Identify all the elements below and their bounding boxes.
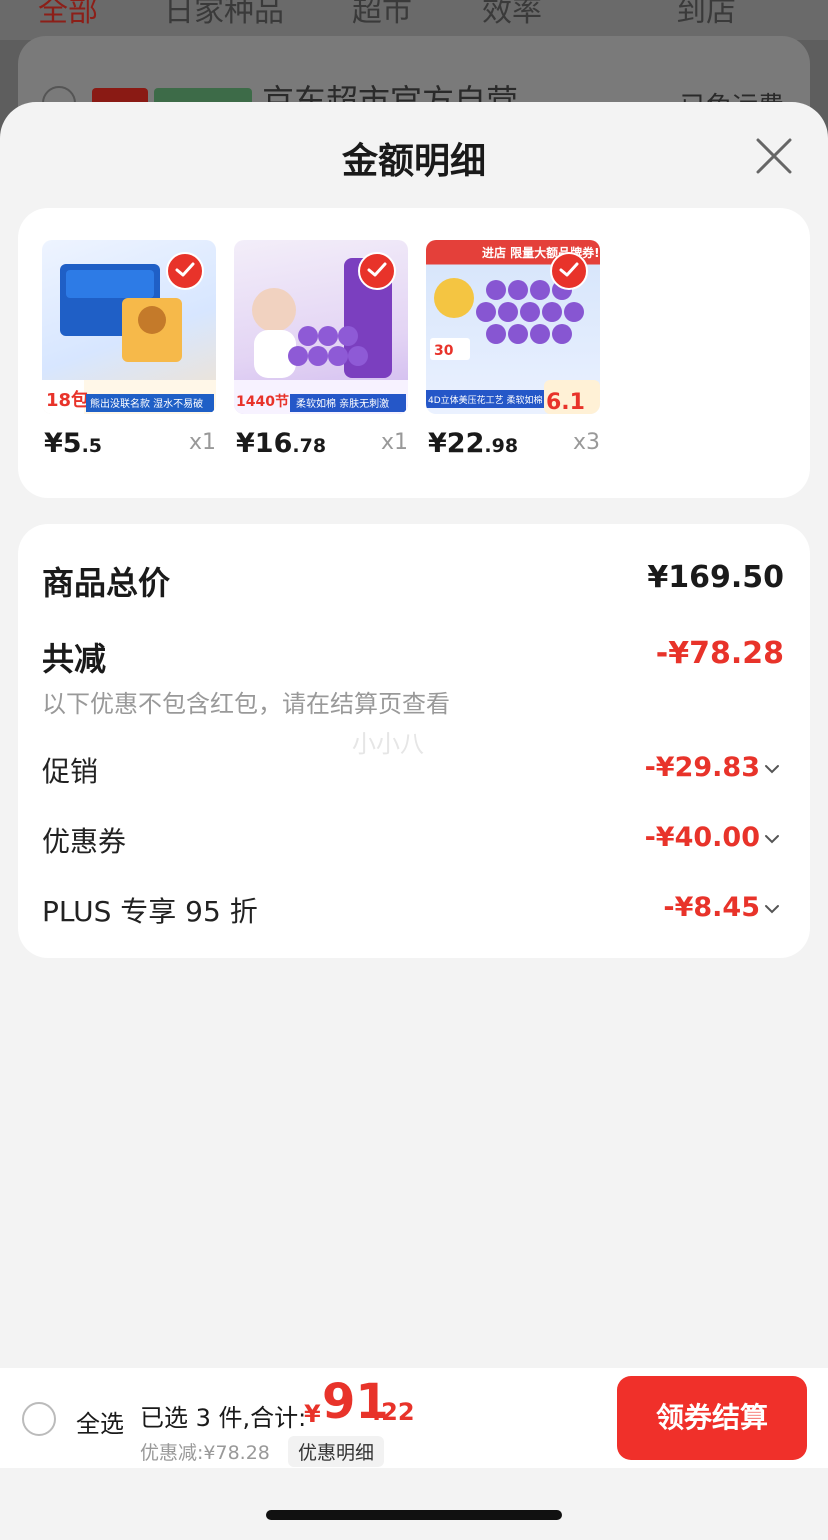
reduction-label: 共减	[42, 640, 107, 678]
watermark-text: 小小八	[352, 730, 424, 758]
total-currency: ¥	[304, 1400, 321, 1428]
total-price-value: ¥169.50	[647, 560, 784, 595]
product-quantity: x3	[572, 430, 600, 455]
product-price: ¥22.98	[428, 428, 519, 459]
reduction-value: -¥78.28	[655, 636, 784, 671]
product-item[interactable]: 18包 熊出没联名款 湿水不易破 ¥5.5 x1	[42, 240, 216, 459]
reduction-note: 以下优惠不包含红包，请在结算页查看	[42, 690, 450, 718]
bg-tab-3: 超市	[352, 0, 412, 29]
bg-tab-2: 日家种品	[164, 0, 284, 29]
product-image: 进店 限量大额品牌券! 30 4D立体美压花工艺 柔软如棉 6.1	[426, 240, 600, 414]
product-badge-number: 1440节	[236, 393, 289, 410]
svg-text:4D立体美压花工艺 柔软如棉: 4D立体美压花工艺 柔软如棉	[428, 394, 543, 406]
checkout-button[interactable]: 领券结算	[617, 1376, 807, 1460]
product-item[interactable]: 1440节 柔软如棉 亲肤无刺激 ¥16.78 x1	[234, 240, 408, 459]
svg-text:柔软如棉 亲肤无刺激: 柔软如棉 亲肤无刺激	[296, 397, 389, 410]
total-amount-decimal: .22	[372, 1398, 415, 1426]
selected-check-icon	[550, 252, 588, 290]
background-tab-bar: 全部 日家种品 超市 效率 到店	[0, 0, 828, 40]
product-price: ¥5.5	[44, 428, 103, 459]
promotion-label[interactable]: 促销	[42, 750, 98, 790]
saving-text: 优惠减:¥78.28	[140, 1442, 270, 1464]
home-indicator	[266, 1510, 562, 1520]
bg-tab-4: 效率	[482, 0, 542, 29]
product-item[interactable]: 进店 限量大额品牌券! 30 4D立体美压花工艺 柔软如棉 6.1 ¥22.98…	[426, 240, 600, 459]
total-price-label: 商品总价	[42, 564, 171, 602]
select-all-label[interactable]: 全选	[76, 1404, 124, 1439]
chevron-down-icon[interactable]	[764, 904, 780, 914]
chevron-down-icon[interactable]	[764, 764, 780, 774]
discount-detail-button[interactable]: 优惠明细	[288, 1436, 385, 1467]
select-all-radio[interactable]	[22, 1402, 56, 1436]
sheet-title: 金额明细	[341, 141, 486, 182]
amount-detail-sheet: 金额明细 18包 熊出没联名款 湿水不易破 ¥5.5 x1 1440节 柔软如棉…	[0, 102, 828, 1540]
selected-count-text: 已选 3 件,合计:	[140, 1404, 307, 1432]
plus-discount-value[interactable]: -¥8.45	[663, 892, 760, 923]
product-image: 18包 熊出没联名款 湿水不易破	[42, 240, 216, 414]
svg-text:熊出没联名款 湿水不易破: 熊出没联名款 湿水不易破	[90, 397, 203, 410]
selected-check-icon	[358, 252, 396, 290]
coupon-value[interactable]: -¥40.00	[645, 822, 760, 853]
checkout-bar: 全选 已选 3 件,合计: ¥ 91 .22 优惠减:¥78.28 优惠明细 领…	[0, 1368, 828, 1468]
close-icon[interactable]	[754, 136, 794, 176]
price-summary-card: 商品总价 ¥169.50 共减 -¥78.28 以下优惠不包含红包，请在结算页查…	[18, 524, 810, 958]
chevron-down-icon[interactable]	[764, 834, 780, 844]
product-quantity: x1	[188, 430, 216, 455]
coupon-label[interactable]: 优惠券	[42, 820, 126, 860]
product-badge-number: 18包	[46, 389, 89, 411]
selected-check-icon	[166, 252, 204, 290]
bg-tab-5: 到店	[676, 0, 736, 29]
product-image: 1440节 柔软如棉 亲肤无刺激	[234, 240, 408, 414]
product-badge-number: 6.1	[546, 390, 585, 414]
promotion-value[interactable]: -¥29.83	[645, 752, 760, 783]
svg-text:30: 30	[434, 343, 454, 359]
bg-tab-all: 全部	[38, 0, 98, 29]
plus-discount-label[interactable]: PLUS 专享 95 折	[42, 890, 258, 930]
product-price: ¥16.78	[236, 428, 327, 459]
product-quantity: x1	[380, 430, 408, 455]
product-list-card: 18包 熊出没联名款 湿水不易破 ¥5.5 x1 1440节 柔软如棉 亲肤无刺…	[18, 208, 810, 498]
